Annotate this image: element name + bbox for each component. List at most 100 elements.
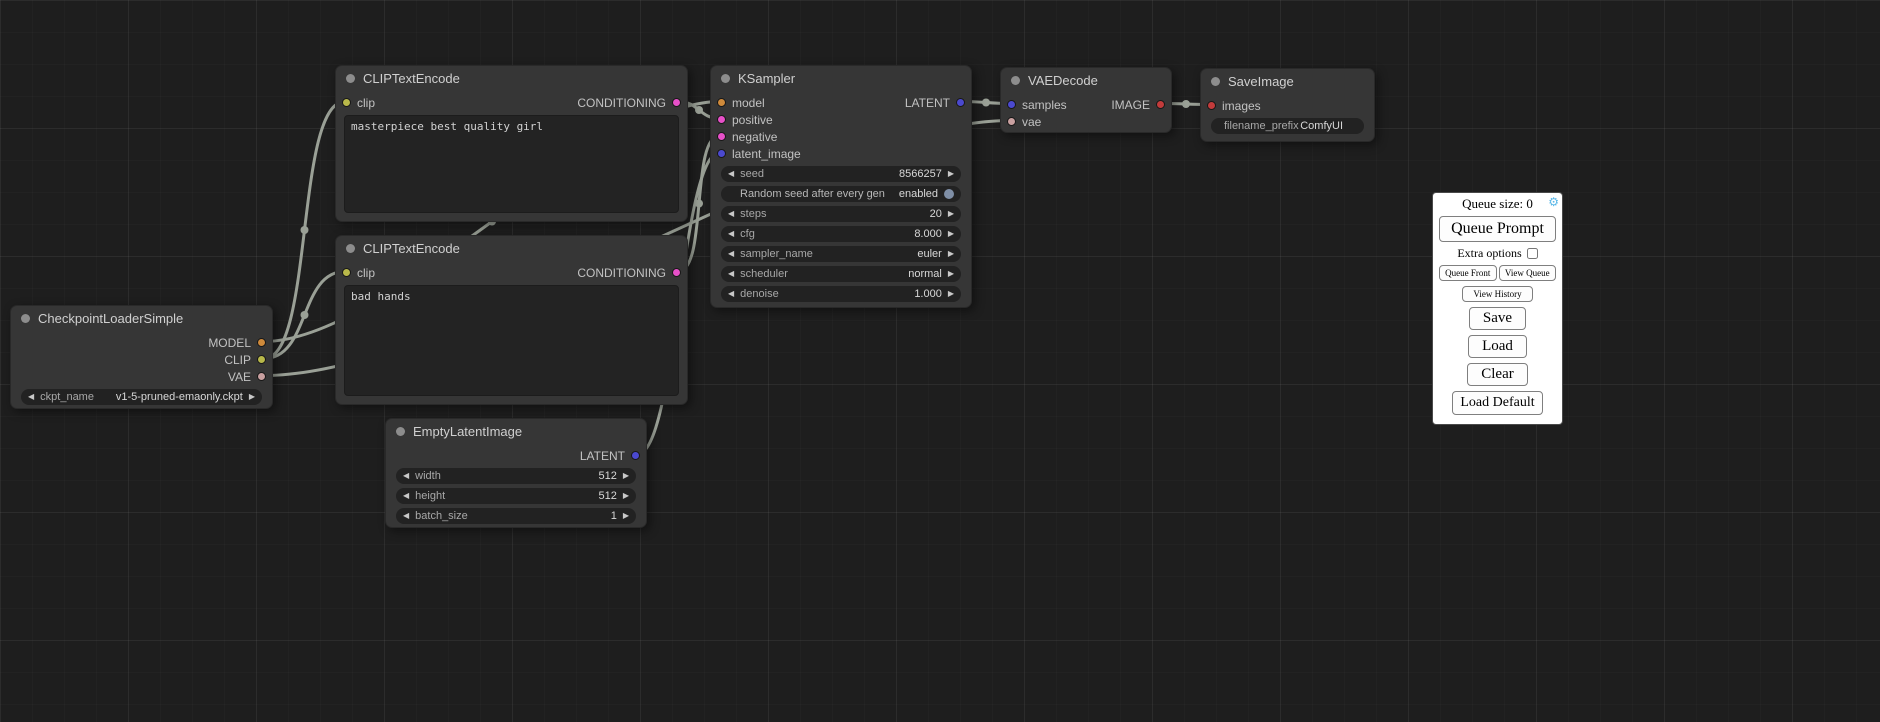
collapse-toggle-icon[interactable] [346,244,355,253]
widget-width[interactable]: ◀ width 512 ▶ [396,468,636,484]
prompt-textarea[interactable]: bad hands [344,285,679,396]
queue-prompt-button[interactable]: Queue Prompt [1439,216,1556,242]
input-slot-vae[interactable]: vae [1007,115,1041,129]
widget-increment-icon[interactable]: ▶ [623,488,629,504]
output-dot-conditioning[interactable] [672,268,681,277]
widget-increment-icon[interactable]: ▶ [948,266,954,282]
widget-increment-icon[interactable]: ▶ [948,166,954,182]
widget-sampler-name[interactable]: ◀ sampler_name euler ▶ [721,246,961,262]
widget-increment-icon[interactable]: ▶ [948,286,954,302]
output-dot-model[interactable] [257,338,266,347]
toggle-on-icon[interactable] [944,189,954,199]
widget-ckpt-name[interactable]: ◀ ckpt_name v1-5-pruned-emaonly.ckpt ▶ [21,389,262,405]
node-vae-decode[interactable]: VAEDecode samples IMAGE vae [1000,67,1172,133]
widget-scheduler[interactable]: ◀ scheduler normal ▶ [721,266,961,282]
input-slot-images[interactable]: images [1207,99,1261,113]
load-default-button[interactable]: Load Default [1452,391,1542,415]
widget-decrement-icon[interactable]: ◀ [728,226,734,242]
widget-cfg[interactable]: ◀ cfg 8.000 ▶ [721,226,961,242]
input-slot-model[interactable]: model [717,96,765,110]
widget-increment-icon[interactable]: ▶ [948,206,954,222]
collapse-toggle-icon[interactable] [346,74,355,83]
input-dot-model[interactable] [717,98,726,107]
collapse-toggle-icon[interactable] [721,74,730,83]
widget-decrement-icon[interactable]: ◀ [403,468,409,484]
widget-decrement-icon[interactable]: ◀ [728,166,734,182]
node-header[interactable]: SaveImage [1201,69,1374,93]
node-clip-text-encode-negative[interactable]: CLIPTextEncode clip CONDITIONING bad han… [335,235,688,405]
collapse-toggle-icon[interactable] [21,314,30,323]
output-slot-latent[interactable]: LATENT [905,96,965,110]
input-slot-samples[interactable]: samples [1007,98,1067,112]
output-dot-clip[interactable] [257,355,266,364]
input-dot-latent[interactable] [1007,100,1016,109]
load-button[interactable]: Load [1468,335,1527,358]
input-dot-vae[interactable] [1007,117,1016,126]
node-header[interactable]: CheckpointLoaderSimple [11,306,272,330]
widget-increment-icon[interactable]: ▶ [623,508,629,524]
output-dot-latent[interactable] [631,451,640,460]
comfy-menu-panel[interactable]: Queue size: 0 ⚙ Queue Prompt Extra optio… [1432,192,1563,425]
node-header[interactable]: EmptyLatentImage [386,419,646,443]
node-header[interactable]: VAEDecode [1001,68,1171,92]
input-slot-negative[interactable]: negative [717,130,777,144]
node-checkpoint-loader-simple[interactable]: CheckpointLoaderSimple MODEL CLIP VAE [10,305,273,409]
widget-increment-icon[interactable]: ▶ [948,246,954,262]
widget-decrement-icon[interactable]: ◀ [28,389,34,405]
input-dot-clip[interactable] [342,268,351,277]
output-slot-clip[interactable]: CLIP [224,353,266,367]
widget-increment-icon[interactable]: ▶ [249,389,255,405]
output-slot-model[interactable]: MODEL [208,336,266,350]
node-empty-latent-image[interactable]: EmptyLatentImage LATENT ◀ width 512 ▶ ◀ … [385,418,647,528]
input-dot-clip[interactable] [342,98,351,107]
graph-canvas[interactable]: CheckpointLoaderSimple MODEL CLIP VAE [0,0,1880,722]
node-header[interactable]: KSampler [711,66,971,90]
collapse-toggle-icon[interactable] [396,427,405,436]
node-save-image[interactable]: SaveImage images filename_prefix ComfyUI [1200,68,1375,142]
widget-denoise[interactable]: ◀ denoise 1.000 ▶ [721,286,961,302]
output-dot-image[interactable] [1156,100,1165,109]
input-dot-latent[interactable] [717,149,726,158]
extra-options-checkbox[interactable] [1527,248,1538,259]
output-slot-latent[interactable]: LATENT [580,449,640,463]
widget-seed[interactable]: ◀ seed 8566257 ▶ [721,166,961,182]
widget-increment-icon[interactable]: ▶ [623,468,629,484]
output-slot-conditioning[interactable]: CONDITIONING [577,266,681,280]
clear-button[interactable]: Clear [1467,363,1527,386]
widget-increment-icon[interactable]: ▶ [948,226,954,242]
output-slot-image[interactable]: IMAGE [1111,98,1165,112]
widget-decrement-icon[interactable]: ◀ [728,266,734,282]
input-slot-latent-image[interactable]: latent_image [717,147,801,161]
output-slot-vae[interactable]: VAE [228,370,266,384]
widget-steps[interactable]: ◀ steps 20 ▶ [721,206,961,222]
input-slot-clip[interactable]: clip [342,266,375,280]
widget-decrement-icon[interactable]: ◀ [403,508,409,524]
output-dot-vae[interactable] [257,372,266,381]
widget-decrement-icon[interactable]: ◀ [728,206,734,222]
input-slot-clip[interactable]: clip [342,96,375,110]
widget-decrement-icon[interactable]: ◀ [728,286,734,302]
node-clip-text-encode-positive[interactable]: CLIPTextEncode clip CONDITIONING masterp… [335,65,688,222]
view-queue-button[interactable]: View Queue [1499,265,1557,281]
collapse-toggle-icon[interactable] [1211,77,1220,86]
node-ksampler[interactable]: KSampler model LATENT positive [710,65,972,308]
prompt-textarea[interactable]: masterpiece best quality girl [344,115,679,213]
output-dot-latent[interactable] [956,98,965,107]
collapse-toggle-icon[interactable] [1011,76,1020,85]
settings-icon[interactable]: ⚙ [1548,196,1559,208]
widget-height[interactable]: ◀ height 512 ▶ [396,488,636,504]
node-header[interactable]: CLIPTextEncode [336,236,687,260]
input-slot-positive[interactable]: positive [717,113,773,127]
widget-decrement-icon[interactable]: ◀ [728,246,734,262]
widget-filename-prefix[interactable]: filename_prefix ComfyUI [1211,118,1364,134]
widget-decrement-icon[interactable]: ◀ [403,488,409,504]
node-header[interactable]: CLIPTextEncode [336,66,687,90]
input-dot-conditioning[interactable] [717,115,726,124]
output-dot-conditioning[interactable] [672,98,681,107]
save-button[interactable]: Save [1469,307,1526,330]
input-dot-image[interactable] [1207,101,1216,110]
widget-seed-mode[interactable]: Random seed after every gen enabled [721,186,961,202]
input-dot-conditioning[interactable] [717,132,726,141]
queue-front-button[interactable]: Queue Front [1439,265,1497,281]
widget-batch-size[interactable]: ◀ batch_size 1 ▶ [396,508,636,524]
